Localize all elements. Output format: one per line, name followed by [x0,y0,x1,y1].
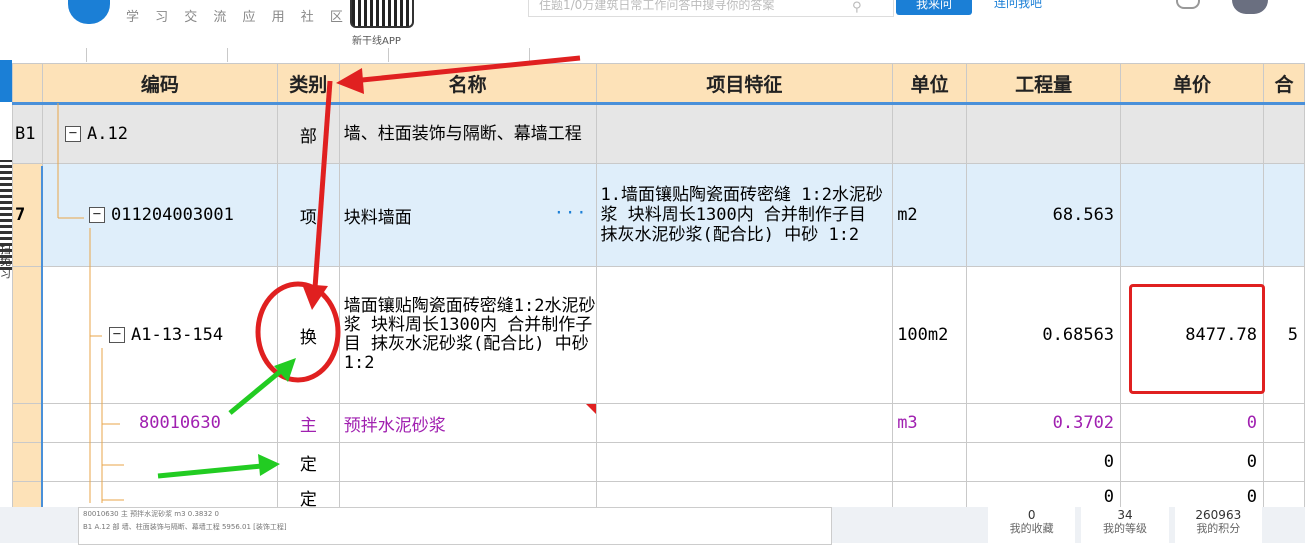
bg-table-row: B1 A.12 部 墙、柱面装饰与隔断、幕墙工程 5956.01 [装饰工程] [83,523,287,531]
stat-level[interactable]: 34 我的等级 [1081,507,1169,543]
software-screenshot: 编码 类别 名称 项目特征 单位 工程量 单价 合 B1 − A.12 部 墙、柱… [12,48,1305,507]
stat-favorites[interactable]: 0 我的收藏 [988,507,1076,543]
green-arrow-to-type-cell [228,368,284,415]
sidebar-text: 扫免习 [0,244,11,280]
annotation-layer [157,55,581,479]
stat-value: 260963 [1195,508,1242,522]
stat-points[interactable]: 260963 我的积分 [1174,507,1262,543]
red-arrow-to-type-header [351,55,581,84]
search-input[interactable]: 住题1/0万建筑日常工作问答中搜寻你的答案 [528,0,894,17]
red-arrowhead-type-header [336,68,364,94]
stat-value: 0 [1027,508,1036,522]
stat-value: 34 [1117,508,1133,522]
site-logo[interactable] [68,0,110,24]
app-label: 新干线APP [352,36,401,47]
stat-label: 我的积分 [1196,522,1241,535]
green-arrowhead-ding-cell [258,454,280,476]
app-qr-code [350,0,414,28]
ask-button[interactable]: 我来问 [896,0,972,15]
green-arrow-to-ding-cell [157,463,263,479]
left-sidebar: 扫免习 [0,60,12,543]
top-link[interactable]: 连问我吧 [994,0,1042,9]
sidebar-tab[interactable] [0,60,12,102]
red-arrow-to-type-cell [312,80,333,289]
stat-label: 我的收藏 [1009,522,1054,535]
bell-icon[interactable] [1176,0,1200,9]
page-bottom: 80010630 主 预拌水泥砂浆 m3 0.3832 0 B1 A.12 部 … [0,507,1305,545]
avatar[interactable] [1232,0,1268,14]
stat-label: 我的等级 [1102,522,1147,535]
user-stats: 0 我的收藏 34 我的等级 260963 我的积分 [988,507,1268,543]
search-icon[interactable]: ⚲ [852,0,862,15]
red-circle-type-cell [255,281,341,383]
site-header: 学 习 交 流 应 用 社 区 新干线APP 住题1/0万建筑日常工作问答中搜寻… [0,0,1305,48]
bg-table-row: 80010630 主 预拌水泥砂浆 m3 0.3832 0 [83,510,219,518]
site-tagline: 学 习 交 流 应 用 社 区 [126,10,349,25]
background-table-preview: 80010630 主 预拌水泥砂浆 m3 0.3832 0 B1 A.12 部 … [78,507,832,545]
